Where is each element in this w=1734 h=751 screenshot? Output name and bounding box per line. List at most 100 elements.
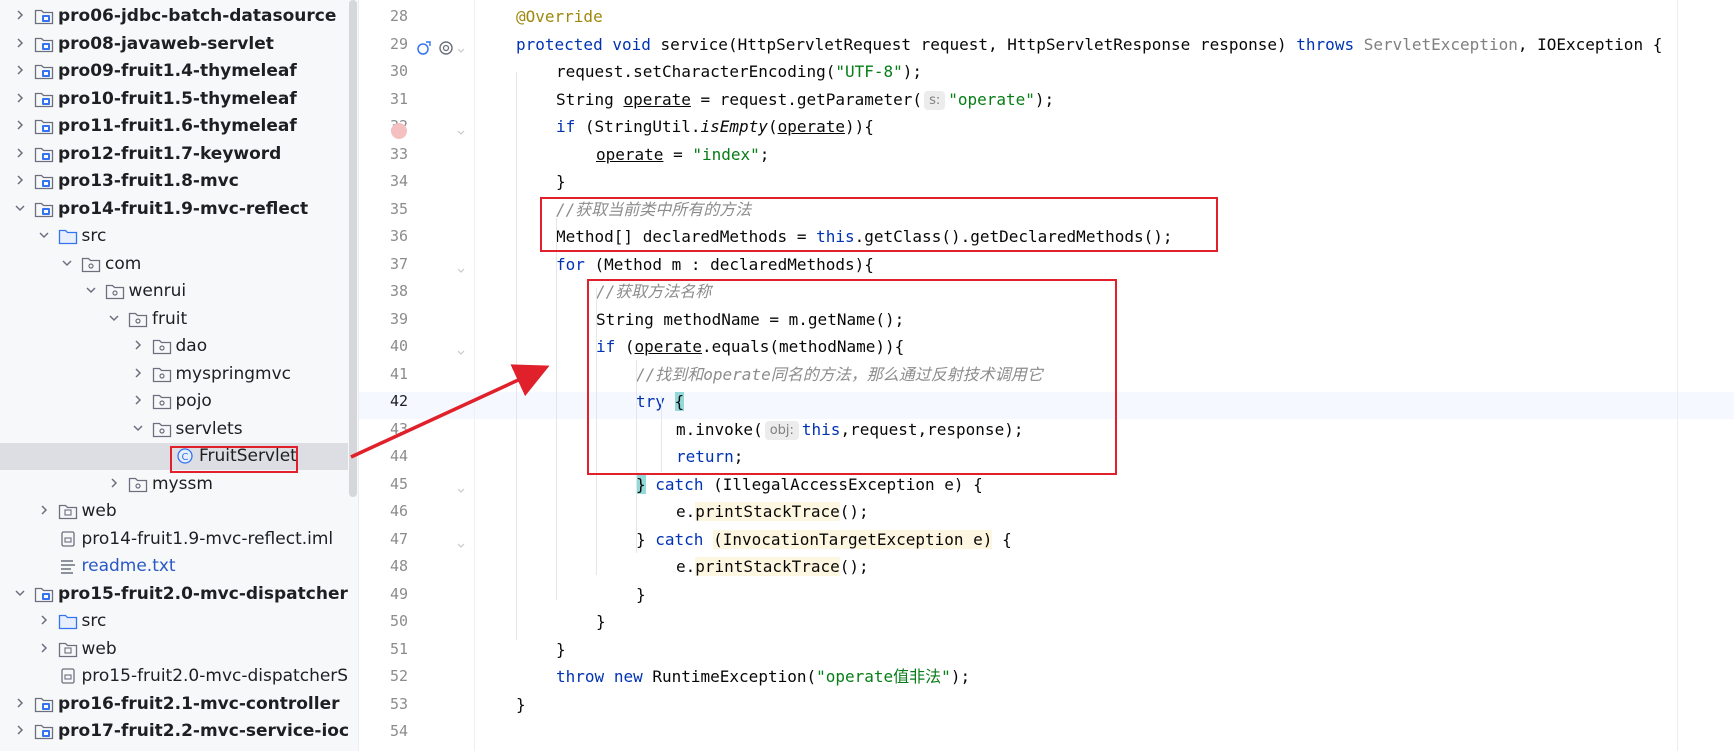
code-line[interactable]: operate = "index"; <box>596 141 769 168</box>
code-line[interactable]: @Override <box>516 3 603 30</box>
gutter-line[interactable]: 33 <box>359 141 474 168</box>
tree-item-pro14-fruit1-9-mvc-reflect-iml[interactable]: pro14-fruit1.9-mvc-reflect.iml <box>0 526 348 553</box>
code-line[interactable]: for (Method m : declaredMethods){ <box>556 251 874 278</box>
code-token: printStackTrace <box>695 502 840 521</box>
gutter-line[interactable]: 48 <box>359 553 474 580</box>
chevron-down-icon[interactable] <box>14 199 26 217</box>
project-tree-scrollbar-thumb[interactable] <box>349 0 357 497</box>
fold-marker-icon[interactable] <box>457 122 465 135</box>
breakpoint-icon[interactable] <box>391 123 407 139</box>
code-line[interactable]: } <box>636 581 646 608</box>
tree-item-dao[interactable]: dao <box>0 333 348 360</box>
fold-marker-icon[interactable] <box>457 480 465 493</box>
code-line[interactable]: protected void service(HttpServletReques… <box>516 31 1662 58</box>
tree-item-src[interactable]: src <box>0 608 348 635</box>
annotation-gutter-icon[interactable] <box>438 40 454 56</box>
gutter-line[interactable]: 54 <box>359 718 474 745</box>
gutter-line[interactable]: 38 <box>359 278 474 305</box>
chevron-right-icon[interactable] <box>132 364 144 382</box>
gutter-line[interactable]: 34 <box>359 168 474 195</box>
gutter-line[interactable]: 51 <box>359 636 474 663</box>
tree-item-com[interactable]: com <box>0 251 348 278</box>
tree-item-pro12-fruit1-7-keyword[interactable]: pro12-fruit1.7-keyword <box>0 141 348 168</box>
project-tree[interactable]: pro06-jdbc-batch-datasource pro08-javaweb… <box>0 0 348 751</box>
chevron-right-icon[interactable] <box>14 34 26 52</box>
tree-item-servlets[interactable]: servlets <box>0 416 348 443</box>
chevron-right-icon[interactable] <box>132 391 144 409</box>
chevron-down-icon[interactable] <box>132 419 144 437</box>
chevron-right-icon[interactable] <box>14 144 26 162</box>
tree-item-readme-txt[interactable]: readme.txt <box>0 553 348 580</box>
fold-marker-icon[interactable] <box>457 342 465 355</box>
code-line[interactable]: e.printStackTrace(); <box>676 498 869 525</box>
gutter-line[interactable]: 49 <box>359 581 474 608</box>
chevron-right-icon[interactable] <box>14 171 26 189</box>
chevron-right-icon[interactable] <box>14 721 26 739</box>
tree-item-pojo[interactable]: pojo <box>0 388 348 415</box>
tree-item-web[interactable]: web <box>0 498 348 525</box>
gutter-line[interactable]: 43 <box>359 416 474 443</box>
tree-item-pro10-fruit1-5-thymeleaf[interactable]: pro10-fruit1.5-thymeleaf <box>0 86 348 113</box>
chevron-right-icon[interactable] <box>14 89 26 107</box>
code-line[interactable]: String operate = request.getParameter(s:… <box>556 86 1054 113</box>
fold-marker-icon[interactable] <box>457 535 465 548</box>
tree-item-pro15-fruit2-0-mvc-dispatcherservle[interactable]: pro15-fruit2.0-mvc-dispatcherServle <box>0 663 348 690</box>
tree-item-pro17-fruit2-2-mvc-service-ioc[interactable]: pro17-fruit2.2-mvc-service-ioc <box>0 718 348 745</box>
code-line[interactable]: } catch (InvocationTargetException e) { <box>636 526 1012 553</box>
tree-item-pro06-jdbc-batch-datasource[interactable]: pro06-jdbc-batch-datasource <box>0 3 348 30</box>
project-tree-scrollbar[interactable] <box>348 0 358 751</box>
code-line[interactable]: } <box>596 608 606 635</box>
override-method-icon[interactable] <box>416 40 432 56</box>
fold-marker-icon[interactable] <box>457 40 465 53</box>
chevron-down-icon[interactable] <box>85 281 97 299</box>
gutter-line[interactable]: 53 <box>359 691 474 718</box>
chevron-down-icon[interactable] <box>14 584 26 602</box>
code-line[interactable]: if (StringUtil.isEmpty(operate)){ <box>556 113 874 140</box>
gutter-line[interactable]: 35 <box>359 196 474 223</box>
gutter-line[interactable]: 39 <box>359 306 474 333</box>
code-line[interactable]: } <box>516 691 526 718</box>
editor-gutter[interactable]: 2829303132333435363738394041424344454647… <box>359 0 474 751</box>
chevron-right-icon[interactable] <box>38 611 50 629</box>
tree-item-pro14-fruit1-9-mvc-reflect[interactable]: pro14-fruit1.9-mvc-reflect <box>0 196 348 223</box>
gutter-line[interactable]: 31 <box>359 86 474 113</box>
gutter-line[interactable]: 52 <box>359 663 474 690</box>
gutter-line[interactable]: 41 <box>359 361 474 388</box>
tree-item-myssm[interactable]: myssm <box>0 471 348 498</box>
tree-item-wenrui[interactable]: wenrui <box>0 278 348 305</box>
gutter-line[interactable]: 28 <box>359 3 474 30</box>
chevron-down-icon[interactable] <box>38 226 50 244</box>
gutter-line[interactable]: 36 <box>359 223 474 250</box>
tree-item-pro11-fruit1-6-thymeleaf[interactable]: pro11-fruit1.6-thymeleaf <box>0 113 348 140</box>
tree-item-web[interactable]: web <box>0 636 348 663</box>
chevron-right-icon[interactable] <box>38 501 50 519</box>
code-line[interactable]: } <box>556 168 566 195</box>
tree-item-src[interactable]: src <box>0 223 348 250</box>
gutter-line[interactable]: 46 <box>359 498 474 525</box>
tree-item-pro08-javaweb-servlet[interactable]: pro08-javaweb-servlet <box>0 31 348 58</box>
tree-item-pro15-fruit2-0-mvc-dispatcherserv[interactable]: pro15-fruit2.0-mvc-dispatcherServ <box>0 581 348 608</box>
chevron-right-icon[interactable] <box>14 61 26 79</box>
chevron-right-icon[interactable] <box>132 336 144 354</box>
fold-marker-icon[interactable] <box>457 260 465 273</box>
code-line[interactable]: e.printStackTrace(); <box>676 553 869 580</box>
chevron-right-icon[interactable] <box>14 694 26 712</box>
gutter-line[interactable]: 44 <box>359 443 474 470</box>
chevron-right-icon[interactable] <box>14 116 26 134</box>
gutter-line[interactable]: 30 <box>359 58 474 85</box>
code-line[interactable]: request.setCharacterEncoding("UTF-8"); <box>556 58 922 85</box>
chevron-right-icon[interactable] <box>108 474 120 492</box>
code-line[interactable]: throw new RuntimeException("operate值非法")… <box>556 663 970 690</box>
tree-item-pro16-fruit2-1-mvc-controller[interactable]: pro16-fruit2.1-mvc-controller <box>0 691 348 718</box>
gutter-line[interactable]: 50 <box>359 608 474 635</box>
tree-item-pro13-fruit1-8-mvc[interactable]: pro13-fruit1.8-mvc <box>0 168 348 195</box>
chevron-down-icon[interactable] <box>61 254 73 272</box>
chevron-right-icon[interactable] <box>38 639 50 657</box>
gutter-line[interactable]: 42 <box>359 388 474 415</box>
tree-item-fruit[interactable]: fruit <box>0 306 348 333</box>
chevron-down-icon[interactable] <box>108 309 120 327</box>
tree-item-myspringmvc[interactable]: myspringmvc <box>0 361 348 388</box>
code-line[interactable]: } <box>556 636 566 663</box>
tree-item-pro09-fruit1-4-thymeleaf[interactable]: pro09-fruit1.4-thymeleaf <box>0 58 348 85</box>
chevron-right-icon[interactable] <box>14 6 26 24</box>
